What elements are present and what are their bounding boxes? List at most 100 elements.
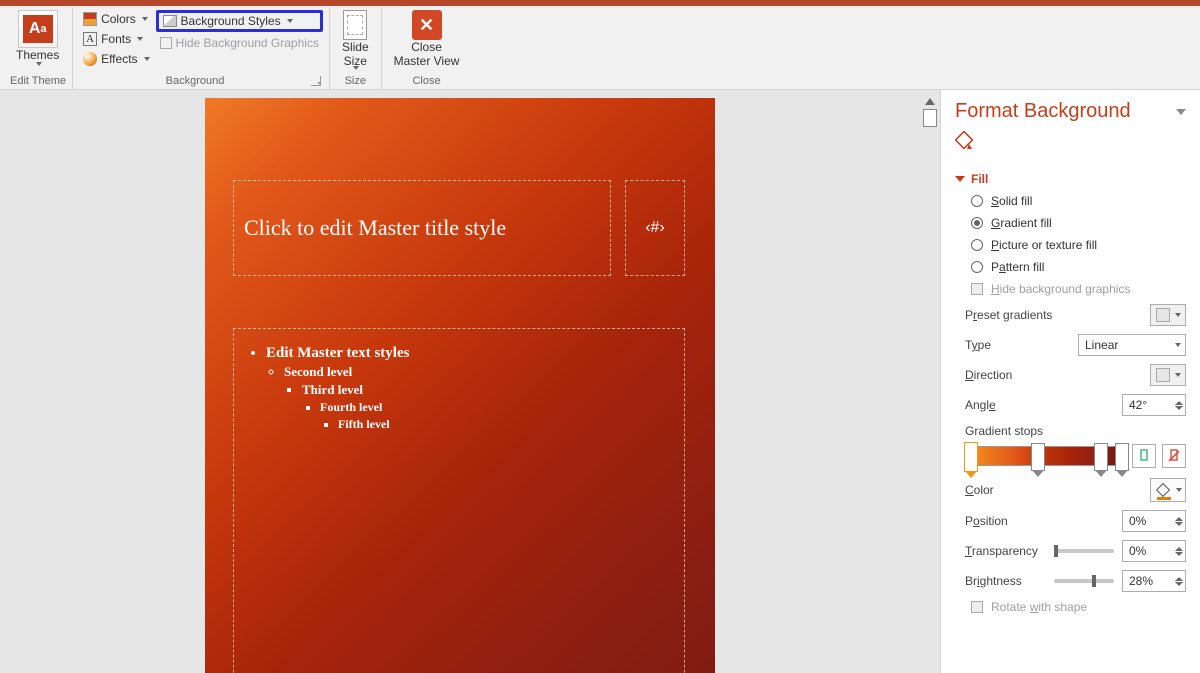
picture-fill-label: icture or texture fill [999,238,1097,252]
background-dialog-launcher[interactable] [311,76,321,86]
stop-color-picker[interactable] [1150,478,1186,502]
chevron-down-icon [1175,313,1181,317]
colors-button[interactable]: Colors [79,10,153,28]
body-level3: Third level [302,382,363,397]
angle-spinner[interactable]: 42° [1122,394,1186,416]
ribbon: Aa Themes Edit Theme Colors A Fonts [0,6,1200,90]
brightness-slider[interactable] [1054,579,1114,583]
transparency-label: Transparency [965,544,1038,558]
slide-size-icon [343,10,367,40]
checkbox-icon [971,283,983,295]
direction-label: Direction [965,368,1012,382]
close-icon: ✕ [412,10,442,40]
colors-icon [83,12,97,26]
fill-section-header[interactable]: Fill [955,172,1186,186]
group-label-size: Size [336,75,375,89]
body-placeholder[interactable]: Edit Master text styles Second level Thi… [233,328,685,673]
group-label-background: Background [79,75,311,89]
vertical-scrollbar[interactable] [920,90,940,673]
group-close: ✕ Close Master View Close [382,8,472,89]
spin-down-icon[interactable] [1175,406,1183,410]
background-styles-icon [163,15,177,27]
effects-button[interactable]: Effects [79,50,153,68]
add-gradient-stop-button[interactable] [1132,444,1156,468]
gradient-stop[interactable] [1094,443,1108,471]
panel-title: Format Background [955,100,1131,123]
radio-icon [971,239,983,251]
color-label: Color [965,483,994,497]
title-placeholder-text: Click to edit Master title style [244,215,506,241]
type-label: Type [965,338,991,352]
background-styles-button[interactable]: Background Styles [156,10,323,32]
brightness-spinner[interactable]: 28% [1122,570,1186,592]
slide-number-placeholder[interactable]: ‹#› [625,180,685,276]
chevron-down-icon [137,37,143,41]
spin-down-icon[interactable] [1175,582,1183,586]
slide-size-label: Slide Size [342,40,369,68]
rotate-with-shape-check: Rotate with shape [971,600,1186,614]
gradient-fill-label: radient fill [1000,216,1051,230]
effects-label: Effects [101,52,137,66]
panel-menu-caret[interactable] [1176,109,1186,115]
position-value: 0% [1129,514,1146,528]
gradient-stop[interactable] [964,442,978,472]
themes-icon: Aa [18,10,58,48]
chevron-down-icon [1175,373,1181,377]
transparency-spinner[interactable]: 0% [1122,540,1186,562]
spin-down-icon[interactable] [1175,522,1183,526]
hide-bg-graphics-label: Hide Background Graphics [176,36,319,50]
picture-fill-option[interactable]: Picture or texture fill [971,238,1186,252]
body-level4: Fourth level [320,400,382,414]
spin-up-icon[interactable] [1175,401,1183,405]
themes-label: Themes [16,48,59,62]
checkbox-icon [160,37,172,49]
body-level2: Second level [284,364,352,379]
swatch-icon [1156,308,1170,322]
close-master-label: Close Master View [394,40,460,68]
expand-caret-icon [955,176,965,182]
preset-gradients-picker[interactable] [1150,304,1186,326]
gradient-fill-option[interactable]: Gradient fill [971,216,1186,230]
scroll-up-icon[interactable] [925,98,935,105]
chevron-down-icon [142,17,148,21]
solid-fill-option[interactable]: Solid fill [971,194,1186,208]
gradient-type-combo[interactable]: Linear [1078,334,1186,356]
solid-fill-label: olid fill [999,194,1032,208]
group-label-close: Close [388,75,466,89]
spin-up-icon[interactable] [1175,577,1183,581]
hide-bg-graphics-option: Hide background graphics [971,282,1186,296]
rotate-with-shape-label: ith shape [1038,600,1087,614]
angle-label: Angle [965,398,996,412]
fill-category-icon[interactable] [955,131,1186,156]
position-spinner[interactable]: 0% [1122,510,1186,532]
title-placeholder[interactable]: Click to edit Master title style [233,180,611,276]
chevron-down-icon [287,19,293,23]
chevron-down-icon [1176,488,1182,492]
gradient-stop[interactable] [1115,443,1129,471]
master-slide[interactable]: Click to edit Master title style ‹#› Edi… [205,98,715,673]
gradient-stops-bar[interactable] [965,446,1126,466]
position-label: Position [965,514,1008,528]
transparency-slider[interactable] [1054,549,1114,553]
format-background-panel: Format Background Fill Solid fill Gradie… [940,90,1200,673]
brightness-label: Brightness [965,574,1022,588]
group-size: Slide Size Size [330,8,382,89]
fill-section-label: Fill [971,172,988,186]
direction-picker[interactable] [1150,364,1186,386]
chevron-down-icon [36,62,42,66]
spin-up-icon[interactable] [1175,547,1183,551]
fonts-button[interactable]: A Fonts [79,30,153,48]
slide-size-button[interactable]: Slide Size [336,8,375,75]
radio-icon [971,261,983,273]
remove-gradient-stop-button[interactable] [1162,444,1186,468]
slide-canvas[interactable]: Click to edit Master title style ‹#› Edi… [0,90,920,673]
scroll-thumb[interactable] [923,109,937,127]
spin-up-icon[interactable] [1175,517,1183,521]
colors-label: Colors [101,12,136,26]
spin-down-icon[interactable] [1175,552,1183,556]
close-master-button[interactable]: ✕ Close Master View [388,8,466,75]
radio-icon [971,195,983,207]
gradient-stop[interactable] [1031,443,1045,471]
pattern-fill-option[interactable]: Pattern fill [971,260,1186,274]
themes-button[interactable]: Aa Themes [10,8,65,75]
